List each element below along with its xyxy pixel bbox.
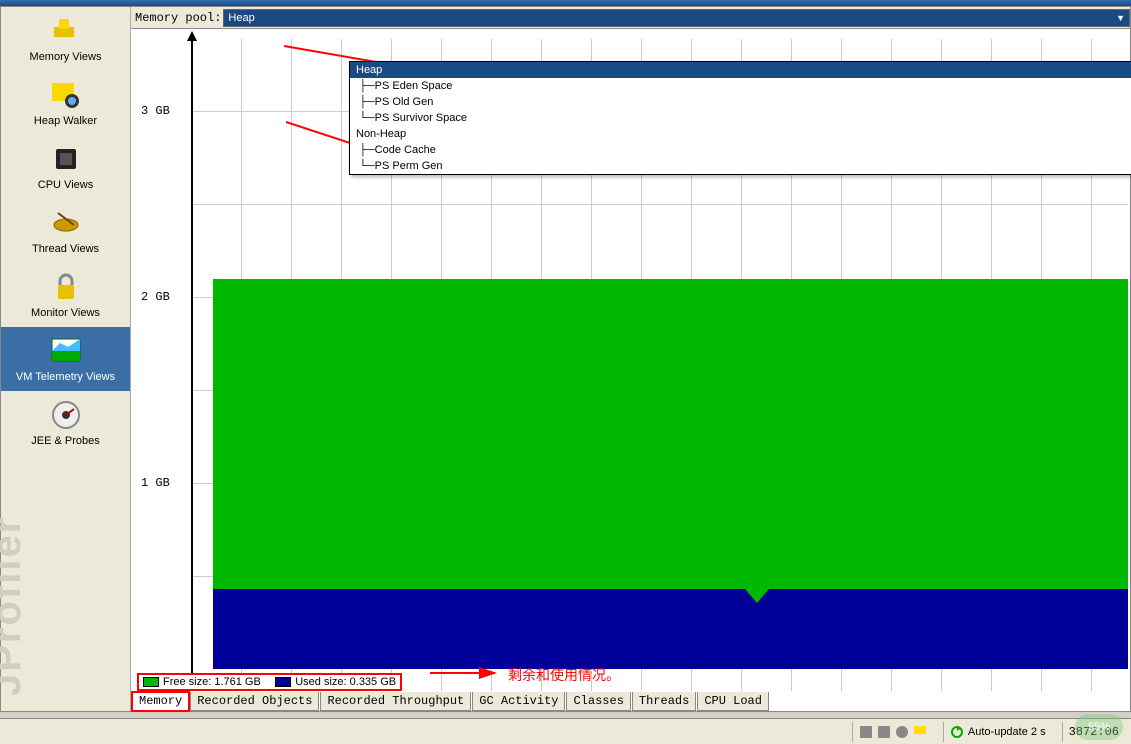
sidebar: Memory Views Heap Walker CPU Views Threa…: [1, 7, 131, 711]
dropdown-item-heap[interactable]: Heap: [350, 62, 1131, 78]
tab-threads[interactable]: Threads: [632, 692, 696, 711]
sidebar-item-monitor-views[interactable]: Monitor Views: [1, 263, 130, 327]
cpu-views-icon: [50, 143, 82, 175]
legend: Free size: 1.761 GB Used size: 0.335 GB: [137, 673, 402, 691]
status-icons: [852, 722, 933, 742]
legend-used: Used size: 0.335 GB: [295, 676, 396, 688]
bottom-tabs: Memory Recorded Objects Recorded Through…: [132, 692, 770, 711]
chevron-down-icon: ▼: [1116, 13, 1125, 23]
tab-cpu-load[interactable]: CPU Load: [697, 692, 769, 711]
sidebar-item-vm-telemetry[interactable]: VM Telemetry Views: [1, 327, 130, 391]
dropdown-item[interactable]: ├─Code Cache: [350, 142, 1131, 158]
dropdown-item[interactable]: └─PS Perm Gen: [350, 158, 1131, 174]
tab-classes[interactable]: Classes: [566, 692, 630, 711]
swatch-used: [275, 677, 291, 687]
tab-recorded-objects[interactable]: Recorded Objects: [190, 692, 319, 711]
memory-pool-dropdown[interactable]: Heap ├─PS Eden Space ├─PS Old Gen └─PS S…: [349, 61, 1131, 175]
free-area: [213, 279, 1128, 589]
heap-walker-icon: [50, 79, 82, 111]
sidebar-item-label: Thread Views: [32, 243, 99, 255]
ytick: 3 GB: [141, 104, 170, 118]
refresh-icon[interactable]: [950, 725, 964, 739]
sidebar-item-heap-walker[interactable]: Heap Walker: [1, 71, 130, 135]
ytick: 1 GB: [141, 476, 170, 490]
sidebar-item-label: Memory Views: [30, 51, 102, 63]
memory-views-icon: [50, 15, 82, 47]
help-icon[interactable]: [895, 725, 909, 739]
legend-free: Free size: 1.761 GB: [163, 676, 261, 688]
dropdown-item-nonheap[interactable]: Non-Heap: [350, 126, 1131, 142]
save-icon[interactable]: [859, 725, 873, 739]
watermark-pct: 55%: [1075, 714, 1123, 740]
sidebar-item-label: VM Telemetry Views: [16, 371, 115, 383]
memory-chart: 3 GB 2 GB 1 GB Heap ├─PS Eden Space ├─PS…: [131, 29, 1130, 711]
sidebar-item-label: JEE & Probes: [31, 435, 99, 447]
jee-probes-icon: [50, 399, 82, 431]
status-auto-update: Auto-update 2 s: [943, 722, 1052, 742]
content: Memory pool: Heap ▼ 3 GB 2 GB 1 GB Heap: [131, 7, 1130, 711]
sidebar-item-thread-views[interactable]: Thread Views: [1, 199, 130, 263]
tab-gc-activity[interactable]: GC Activity: [472, 692, 565, 711]
memory-pool-select[interactable]: Heap ▼: [223, 9, 1130, 27]
sidebar-item-label: Heap Walker: [34, 115, 97, 127]
thread-views-icon: [50, 207, 82, 239]
memory-pool-label: Memory pool:: [135, 11, 221, 25]
sidebar-item-label: CPU Views: [38, 179, 93, 191]
status-bar: Auto-update 2 s 3872:06: [0, 718, 1131, 744]
export-icon[interactable]: [877, 725, 891, 739]
tab-recorded-throughput[interactable]: Recorded Throughput: [320, 692, 471, 711]
memory-pool-value: Heap: [228, 12, 254, 24]
sidebar-item-cpu-views[interactable]: CPU Views: [1, 135, 130, 199]
used-area: [213, 589, 1128, 669]
ytick: 2 GB: [141, 290, 170, 304]
vm-telemetry-icon: [50, 335, 82, 367]
dropdown-item[interactable]: └─PS Survivor Space: [350, 110, 1131, 126]
annotation-legend: 剩余和使用情况。: [508, 665, 620, 685]
flag-icon[interactable]: [913, 725, 927, 739]
swatch-free: [143, 677, 159, 687]
dropdown-item[interactable]: ├─PS Eden Space: [350, 78, 1131, 94]
monitor-views-icon: [50, 271, 82, 303]
dropdown-item[interactable]: ├─PS Old Gen: [350, 94, 1131, 110]
sidebar-item-label: Monitor Views: [31, 307, 100, 319]
memory-pool-bar: Memory pool: Heap ▼: [131, 7, 1130, 29]
sidebar-item-jee-probes[interactable]: JEE & Probes: [1, 391, 130, 455]
tab-memory[interactable]: Memory: [132, 692, 189, 711]
sidebar-item-memory-views[interactable]: Memory Views: [1, 7, 130, 71]
y-axis: [191, 39, 193, 691]
